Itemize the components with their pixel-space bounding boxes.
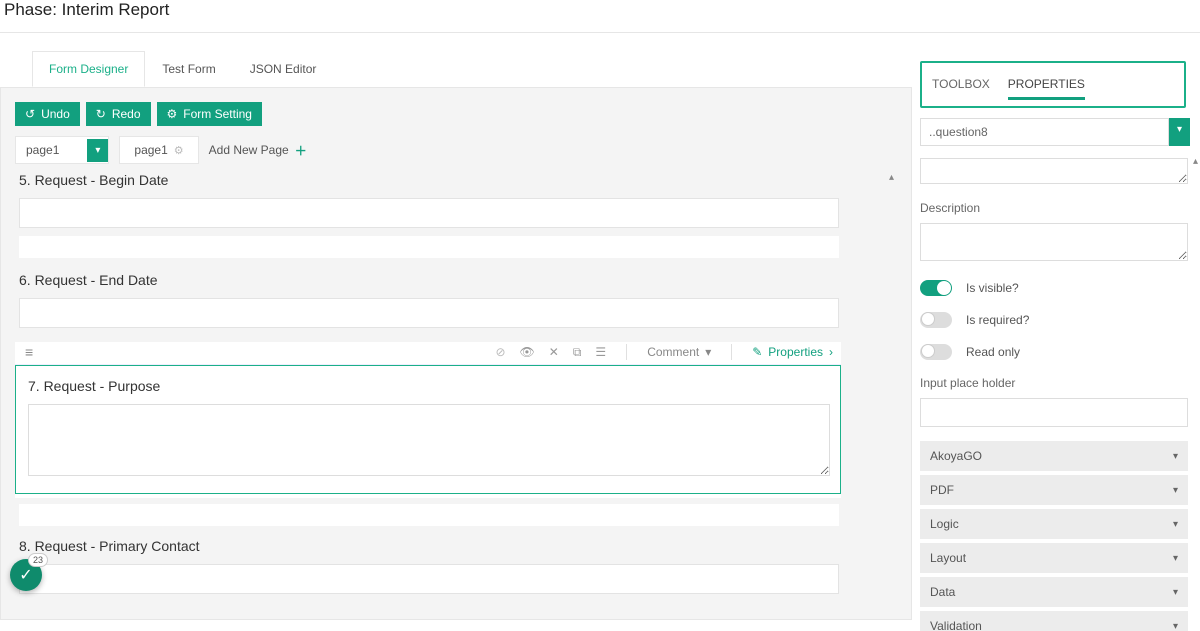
title-divider [0,32,1200,33]
panel-tabs: TOOLBOX PROPERTIES [920,61,1186,108]
separator [731,344,732,360]
tab-properties[interactable]: PROPERTIES [1008,77,1085,100]
edit-icon: ✎ [752,345,762,359]
properties-label: Properties [768,345,823,359]
question-selector-input[interactable] [920,118,1169,146]
question-5[interactable]: 5. Request - Begin Date [15,172,897,258]
scroll-up-icon[interactable]: ▴ [1193,156,1198,167]
gear-icon[interactable]: ⚙ [174,144,184,157]
redo-button[interactable]: ↻ Redo [86,102,151,126]
chevron-down-icon: ▾ [1173,485,1178,496]
page-selector[interactable]: page1 ▾ [15,136,109,164]
form-setting-button[interactable]: ⚙ Form Setting [157,102,262,126]
placeholder-label: Input place holder [920,376,1188,390]
accordion-label: Data [930,585,955,599]
question-textarea-preview[interactable] [28,404,830,476]
question-spacer [19,504,839,526]
tab-form-designer[interactable]: Form Designer [32,51,145,87]
tab-json-editor[interactable]: JSON Editor [233,51,334,87]
copy-icon[interactable]: ⧉ [573,345,582,360]
placeholder-input[interactable] [920,398,1188,427]
chevron-down-icon: ▾ [1173,587,1178,598]
status-badge-count: 23 [28,553,48,567]
redo-icon: ↻ [96,107,106,121]
question-7-selected[interactable]: ≡ ⊘ 👁 ✕ ⧉ ☰ Comme [15,342,841,498]
question-toolbar: ≡ ⊘ 👁 ✕ ⧉ ☰ Comme [15,342,841,365]
question-label: 5. Request - Begin Date [19,172,897,188]
accordion-label: Validation [930,619,982,631]
accordion-label: Logic [930,517,959,531]
question-label: 7. Request - Purpose [28,378,830,394]
tab-toolbox[interactable]: TOOLBOX [932,77,990,100]
chevron-down-icon: ▾ [1173,519,1178,530]
accordion-label: AkoyaGO [930,449,982,463]
accordion-layout[interactable]: Layout ▾ [920,543,1188,573]
visibility-icon[interactable]: 👁 [520,345,535,359]
read-only-toggle[interactable] [920,344,952,360]
comment-label: Comment [647,345,699,359]
mode-tabs: Form Designer Test Form JSON Editor [0,51,912,87]
designer-surface: ↺ Undo ↻ Redo ⚙ Form Setting page1 ▾ [0,87,912,620]
list-icon[interactable]: ☰ [595,345,606,359]
description-label: Description [920,201,1188,215]
properties-panel: ❯ TOOLBOX PROPERTIES ▾ ▴ Description Is … [912,51,1200,631]
accordion-validation[interactable]: Validation ▾ [920,611,1188,631]
chevron-down-icon: ▾ [1173,621,1178,631]
question-input-preview[interactable] [19,198,839,228]
drag-handle-icon[interactable]: ≡ [25,344,33,360]
accordion-label: PDF [930,483,954,497]
separator [626,344,627,360]
question-6[interactable]: 6. Request - End Date [15,272,897,328]
description-textarea[interactable] [920,223,1188,261]
is-required-toggle[interactable] [920,312,952,328]
undo-label: Undo [41,107,70,121]
accordion-data[interactable]: Data ▾ [920,577,1188,607]
gear-icon: ⚙ [167,107,178,121]
chevron-down-icon: ▾ [705,345,711,359]
add-page-label: Add New Page [209,143,289,157]
is-visible-label: Is visible? [966,281,1019,295]
chevron-down-icon[interactable]: ▾ [87,139,108,162]
is-required-label: Is required? [966,313,1029,327]
tab-test-form[interactable]: Test Form [145,51,232,87]
page-title: Phase: Interim Report [0,0,1200,32]
is-visible-toggle[interactable] [920,280,952,296]
plus-icon: ＋ [295,142,307,159]
question-selector-row: ▾ [920,118,1190,146]
properties-link[interactable]: ✎ Properties › [752,345,833,359]
form-setting-label: Form Setting [183,107,252,121]
question-input-preview[interactable] [19,298,839,328]
chevron-right-icon: › [829,345,833,359]
accordion-pdf[interactable]: PDF ▾ [920,475,1188,505]
question-8[interactable]: 8. Request - Primary Contact [15,538,897,594]
chevron-down-icon: ▾ [1173,553,1178,564]
accordion-akoyago[interactable]: AkoyaGO ▾ [920,441,1188,471]
page-current-chip[interactable]: page1 ⚙ [119,136,198,164]
scroll-up-icon[interactable]: ▴ [889,172,894,183]
chevron-down-icon[interactable]: ▾ [1169,118,1190,146]
page-selector-value: page1 [16,137,87,163]
question-spacer [19,236,839,258]
read-only-label: Read only [966,345,1020,359]
delete-icon[interactable]: ⊘ [495,345,505,359]
required-icon[interactable]: ✕ [549,345,559,359]
title-textarea[interactable] [920,158,1188,184]
question-label: 8. Request - Primary Contact [19,538,897,554]
question-label: 6. Request - End Date [19,272,897,288]
add-new-page-button[interactable]: Add New Page ＋ [209,142,307,159]
undo-button[interactable]: ↺ Undo [15,102,80,126]
redo-label: Redo [112,107,141,121]
question-input-preview[interactable] [19,564,839,594]
page-current-label: page1 [134,143,167,157]
accordion-label: Layout [930,551,966,565]
accordion-logic[interactable]: Logic ▾ [920,509,1188,539]
undo-icon: ↺ [25,107,35,121]
status-fab[interactable]: ✓ 23 [10,559,42,591]
chevron-down-icon: ▾ [1173,451,1178,462]
comment-dropdown[interactable]: Comment ▾ [647,345,711,359]
